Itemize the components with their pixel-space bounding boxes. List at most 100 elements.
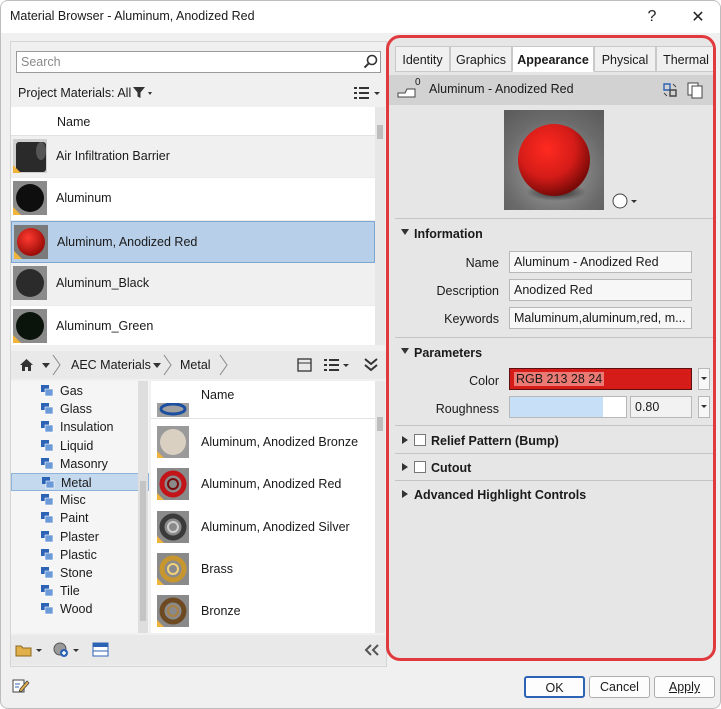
asset-browser-icon[interactable] xyxy=(92,642,109,657)
tree-item-masonry[interactable]: Masonry xyxy=(11,455,149,473)
tree-item-plaster[interactable]: Plaster xyxy=(11,528,149,546)
material-editor-panel: Identity Graphics Appearance Physical Th… xyxy=(386,35,716,661)
home-icon[interactable] xyxy=(19,358,34,372)
project-materials-list: Name Air Infiltration Barrier Aluminum A… xyxy=(11,107,375,345)
section-title-relief-pattern[interactable]: Relief Pattern (Bump) xyxy=(431,434,559,448)
cutout-checkbox[interactable] xyxy=(414,461,426,473)
list-item[interactable]: Bronze xyxy=(151,591,376,633)
tree-item-insulation[interactable]: Insulation xyxy=(11,418,149,436)
collapse-icon[interactable] xyxy=(402,490,408,498)
list-item[interactable]: Aluminum, Anodized Silver xyxy=(151,507,376,549)
cancel-button[interactable]: Cancel xyxy=(589,676,650,698)
chevron-down-icon[interactable] xyxy=(152,362,162,370)
view-list-icon[interactable] xyxy=(324,358,352,372)
tree-item-paint[interactable]: Paint xyxy=(11,509,149,527)
tree-item-misc[interactable]: Misc xyxy=(11,491,149,509)
list-item[interactable]: Air Infiltration Barrier xyxy=(11,136,375,179)
view-list-icon[interactable] xyxy=(354,86,384,100)
breadcrumb-item-metal[interactable]: Metal xyxy=(180,358,211,372)
roughness-slider-fill xyxy=(510,397,603,417)
roughness-dropdown-button[interactable] xyxy=(698,396,710,418)
tree-item-liquid[interactable]: Liquid xyxy=(11,437,149,455)
material-category-icon xyxy=(41,512,54,524)
expand-icon[interactable] xyxy=(401,348,409,354)
list-item-label: Bronze xyxy=(201,604,241,619)
list-item[interactable]: Aluminum_Black xyxy=(11,263,375,306)
section-title-information[interactable]: Information xyxy=(414,227,483,241)
edit-document-icon[interactable] xyxy=(12,677,30,695)
section-title-cutout[interactable]: Cutout xyxy=(431,461,471,475)
column-header[interactable]: Name xyxy=(151,381,376,419)
filter-icon[interactable] xyxy=(132,86,154,100)
tree-item-glass[interactable]: Glass xyxy=(11,400,149,418)
preview-options-icon[interactable] xyxy=(611,192,641,210)
column-header[interactable]: Name xyxy=(11,107,375,136)
section-title-advanced-highlight[interactable]: Advanced Highlight Controls xyxy=(414,488,586,502)
scrollbar-thumb[interactable] xyxy=(377,125,383,139)
scrollbar-thumb[interactable] xyxy=(377,417,383,431)
tree-item-label: Gas xyxy=(60,384,83,398)
list-item[interactable]: Brass xyxy=(151,549,376,591)
list-item[interactable]: Aluminum xyxy=(11,178,375,221)
tree-item-metal[interactable]: Metal xyxy=(11,472,149,492)
breadcrumb-item-aec-materials[interactable]: AEC Materials xyxy=(71,358,151,372)
close-button[interactable]: ✕ xyxy=(675,1,720,33)
material-category-icon xyxy=(41,439,54,451)
search-input[interactable] xyxy=(17,52,347,72)
project-materials-label[interactable]: Project Materials: All xyxy=(18,86,131,100)
expand-icon[interactable] xyxy=(401,229,409,235)
tree-item-tile[interactable]: Tile xyxy=(11,582,149,600)
list-item[interactable]: Aluminum_Green xyxy=(11,306,375,345)
tab-label: Appearance xyxy=(517,53,589,67)
material-thumbnail-red-sphere xyxy=(14,224,48,259)
list-item-label: Aluminum, Anodized Bronze xyxy=(201,435,359,449)
library-category-tree: Gas Glass Insulation Liquid Masonry Metal Misc… xyxy=(11,381,149,633)
section-title-parameters[interactable]: Parameters xyxy=(414,346,482,360)
panel-toggle-icon[interactable] xyxy=(297,358,312,372)
search-icon[interactable] xyxy=(363,54,379,70)
double-chevron-down-icon[interactable] xyxy=(364,357,378,373)
collapse-icon[interactable] xyxy=(402,436,408,444)
tree-item-plastic[interactable]: Plastic xyxy=(11,546,149,564)
collapse-icon[interactable] xyxy=(402,463,408,471)
apply-label: Apply xyxy=(668,680,701,694)
tree-item-wood[interactable]: Wood xyxy=(11,600,149,618)
list-item-label: Aluminum_Green xyxy=(56,318,154,333)
list-item-label: Aluminum xyxy=(56,191,112,206)
tree-item-label: Wood xyxy=(60,602,93,617)
tab-physical[interactable]: Physical xyxy=(594,46,656,72)
color-dropdown-button[interactable] xyxy=(698,368,710,390)
tab-identity[interactable]: Identity xyxy=(395,46,450,72)
help-button[interactable]: ? xyxy=(629,1,675,33)
chevron-down-icon[interactable] xyxy=(41,362,51,370)
material-category-icon xyxy=(41,403,54,415)
tab-graphics[interactable]: Graphics xyxy=(450,46,512,72)
duplicate-asset-icon[interactable] xyxy=(686,81,704,99)
library-list-scrollbar[interactable] xyxy=(375,381,385,633)
project-list-scrollbar[interactable] xyxy=(375,107,385,345)
list-item-selected[interactable]: Aluminum, Anodized Red xyxy=(11,220,375,264)
tab-label: Thermal xyxy=(663,53,709,67)
tree-item-gas[interactable]: Gas xyxy=(11,382,149,400)
description-field[interactable]: Anodized Red xyxy=(509,279,692,301)
color-swatch-field[interactable]: RGB 213 28 24 xyxy=(509,368,692,390)
create-material-icon[interactable] xyxy=(52,641,82,659)
roughness-slider[interactable] xyxy=(509,396,627,418)
category-tree-scrollbar[interactable] xyxy=(138,381,148,633)
material-preview[interactable] xyxy=(504,110,604,210)
relief-pattern-checkbox[interactable] xyxy=(414,434,426,446)
apply-button[interactable]: Apply xyxy=(654,676,715,698)
library-folder-icon[interactable] xyxy=(15,642,45,658)
keywords-field[interactable]: Maluminum,aluminum,red, m... xyxy=(509,307,692,329)
name-field[interactable]: Aluminum - Anodized Red xyxy=(509,251,692,273)
replace-asset-icon[interactable] xyxy=(661,81,679,99)
tab-appearance[interactable]: Appearance xyxy=(512,46,594,72)
tab-thermal[interactable]: Thermal xyxy=(656,46,713,72)
list-item[interactable]: Aluminum, Anodized Red xyxy=(151,464,376,506)
collapse-library-icon[interactable] xyxy=(364,644,380,656)
roughness-value-field[interactable]: 0.80 xyxy=(630,396,692,418)
tree-item-stone[interactable]: Stone xyxy=(11,564,149,582)
list-item[interactable]: Aluminum, Anodized Bronze xyxy=(151,422,376,464)
scrollbar-thumb[interactable] xyxy=(140,481,146,621)
ok-button[interactable]: OK xyxy=(524,676,585,698)
